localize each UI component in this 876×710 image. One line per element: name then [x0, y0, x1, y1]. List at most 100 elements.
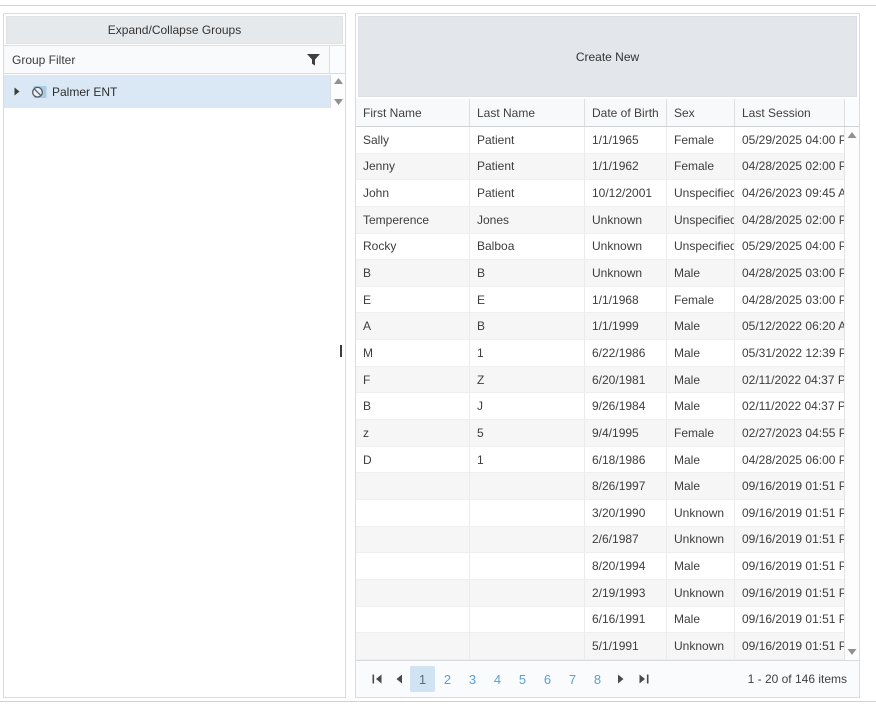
table-cell[interactable]: Unknown	[584, 260, 666, 286]
pager-page-4[interactable]: 4	[485, 666, 510, 692]
table-cell[interactable]: 1	[469, 340, 584, 366]
table-cell[interactable]	[469, 527, 584, 553]
create-new-button[interactable]: Create New	[358, 16, 857, 97]
table-cell[interactable]: B	[469, 313, 584, 339]
table-cell[interactable]: Jenny	[356, 154, 469, 180]
table-cell[interactable]: 5	[469, 420, 584, 446]
table-cell[interactable]: Temperence	[356, 207, 469, 233]
table-cell[interactable]: 1	[469, 447, 584, 473]
scroll-down-button[interactable]	[334, 99, 343, 105]
table-cell[interactable]	[356, 500, 469, 526]
table-cell[interactable]: 05/29/2025 04:00 PM	[734, 234, 844, 260]
table-row[interactable]: 8/26/1997Male09/16/2019 01:51 PM	[356, 473, 844, 500]
tree-item-palmer-ent[interactable]: Palmer ENT	[4, 75, 330, 108]
table-row[interactable]: JohnPatient10/12/2001Unspecified04/26/20…	[356, 180, 844, 207]
scroll-down-button[interactable]	[848, 649, 857, 655]
table-cell[interactable]: 10/12/2001	[584, 180, 666, 206]
column-header-date-of-birth[interactable]: Date of Birth	[584, 99, 666, 126]
table-row[interactable]: 2/6/1987Unknown09/16/2019 01:51 PM	[356, 527, 844, 554]
table-cell[interactable]: Male	[666, 313, 734, 339]
table-cell[interactable]: 09/16/2019 01:51 PM	[734, 607, 844, 633]
table-cell[interactable]	[356, 553, 469, 579]
table-cell[interactable]: 8/20/1994	[584, 553, 666, 579]
table-cell[interactable]: Unspecified	[666, 234, 734, 260]
table-cell[interactable]: 05/29/2025 04:00 PM	[734, 127, 844, 153]
table-cell[interactable]: B	[356, 260, 469, 286]
table-row[interactable]: FZ6/20/1981Male02/11/2022 04:37 PM	[356, 367, 844, 394]
table-cell[interactable]	[356, 527, 469, 553]
pager-page-2[interactable]: 2	[435, 666, 460, 692]
table-row[interactable]: 5/1/1991Unknown09/16/2019 01:51 PM	[356, 633, 844, 660]
table-row[interactable]: 3/20/1990Unknown09/16/2019 01:51 PM	[356, 500, 844, 527]
table-cell[interactable]: 9/26/1984	[584, 393, 666, 419]
table-row[interactable]: BJ9/26/1984Male02/11/2022 04:37 PM	[356, 393, 844, 420]
table-cell[interactable]: B	[356, 393, 469, 419]
table-cell[interactable]: Patient	[469, 154, 584, 180]
table-cell[interactable]: E	[469, 287, 584, 313]
table-row[interactable]: M16/22/1986Male05/31/2022 12:39 PM	[356, 340, 844, 367]
table-cell[interactable]: 8/26/1997	[584, 473, 666, 499]
column-header-first-name[interactable]: First Name	[356, 99, 469, 126]
scroll-up-button[interactable]	[334, 78, 343, 84]
expand-collapse-groups-button[interactable]: Expand/Collapse Groups	[6, 16, 343, 44]
table-cell[interactable]: Male	[666, 367, 734, 393]
table-cell[interactable]	[356, 633, 469, 659]
table-cell[interactable]: Rocky	[356, 234, 469, 260]
table-cell[interactable]: 9/4/1995	[584, 420, 666, 446]
table-cell[interactable]	[469, 580, 584, 606]
table-cell[interactable]: F	[356, 367, 469, 393]
table-scrollbar[interactable]	[844, 127, 859, 660]
pager-page-3[interactable]: 3	[460, 666, 485, 692]
table-cell[interactable]: 04/28/2025 02:00 PM	[734, 154, 844, 180]
table-cell[interactable]: 09/16/2019 01:51 PM	[734, 580, 844, 606]
column-header-last-name[interactable]: Last Name	[469, 99, 584, 126]
table-row[interactable]: EE1/1/1968Female04/28/2025 03:00 PM	[356, 287, 844, 314]
table-cell[interactable]: 04/26/2023 09:45 AM	[734, 180, 844, 206]
table-cell[interactable]: Female	[666, 420, 734, 446]
table-cell[interactable]: z	[356, 420, 469, 446]
table-cell[interactable]: 09/16/2019 01:51 PM	[734, 633, 844, 659]
table-cell[interactable]: 09/16/2019 01:51 PM	[734, 500, 844, 526]
splitter-handle[interactable]	[340, 345, 342, 357]
table-cell[interactable]: 2/6/1987	[584, 527, 666, 553]
table-row[interactable]: RockyBalboaUnknownUnspecified05/29/2025 …	[356, 234, 844, 261]
pager-page-1[interactable]: 1	[410, 666, 435, 692]
table-cell[interactable]: Unknown	[584, 234, 666, 260]
table-cell[interactable]: Unknown	[666, 500, 734, 526]
table-cell[interactable]: 1/1/1999	[584, 313, 666, 339]
table-row[interactable]: TemperenceJonesUnknownUnspecified04/28/2…	[356, 207, 844, 234]
table-cell[interactable]: D	[356, 447, 469, 473]
table-cell[interactable]: Female	[666, 154, 734, 180]
pager-next-button[interactable]	[610, 666, 632, 692]
table-cell[interactable]: A	[356, 313, 469, 339]
table-cell[interactable]: Patient	[469, 180, 584, 206]
table-row[interactable]: 8/20/1994Male09/16/2019 01:51 PM	[356, 553, 844, 580]
table-cell[interactable]: 1/1/1965	[584, 127, 666, 153]
table-cell[interactable]: Male	[666, 473, 734, 499]
column-header-last-session[interactable]: Last Session	[734, 99, 844, 126]
table-row[interactable]: z59/4/1995Female02/27/2023 04:55 PM	[356, 420, 844, 447]
table-cell[interactable]: 04/28/2025 06:00 PM	[734, 447, 844, 473]
table-row[interactable]: AB1/1/1999Male05/12/2022 06:20 AM	[356, 313, 844, 340]
pager-page-6[interactable]: 6	[535, 666, 560, 692]
pager-page-5[interactable]: 5	[510, 666, 535, 692]
table-cell[interactable]: Female	[666, 127, 734, 153]
table-cell[interactable]	[469, 607, 584, 633]
table-row[interactable]: 2/19/1993Unknown09/16/2019 01:51 PM	[356, 580, 844, 607]
table-cell[interactable]: 05/31/2022 12:39 PM	[734, 340, 844, 366]
pager-last-button[interactable]	[632, 666, 654, 692]
table-cell[interactable]: 6/22/1986	[584, 340, 666, 366]
table-cell[interactable]: 6/18/1986	[584, 447, 666, 473]
table-cell[interactable]	[469, 500, 584, 526]
table-cell[interactable]	[356, 607, 469, 633]
table-cell[interactable]: 02/11/2022 04:37 PM	[734, 393, 844, 419]
pager-prev-button[interactable]	[388, 666, 410, 692]
table-cell[interactable]	[469, 473, 584, 499]
table-cell[interactable]: B	[469, 260, 584, 286]
table-cell[interactable]: Male	[666, 393, 734, 419]
table-cell[interactable]: 1/1/1962	[584, 154, 666, 180]
table-cell[interactable]: Male	[666, 553, 734, 579]
filter-button[interactable]	[305, 52, 321, 68]
table-cell[interactable]: Jones	[469, 207, 584, 233]
table-row[interactable]: BBUnknownMale04/28/2025 03:00 PM	[356, 260, 844, 287]
